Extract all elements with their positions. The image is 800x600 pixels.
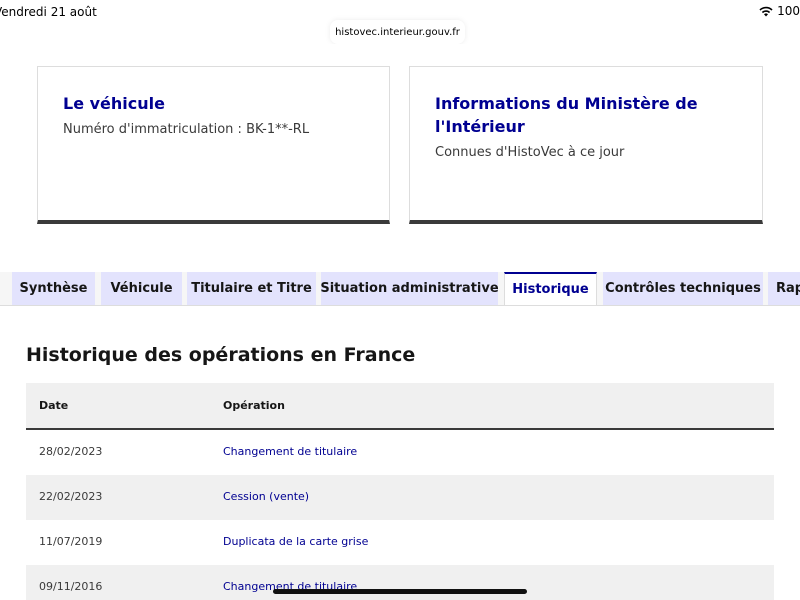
vehicle-card: Le véhicule Numéro d'immatriculation : B… — [37, 66, 390, 224]
url-text: histovec.interieur.gouv.fr — [335, 26, 460, 38]
home-indicator[interactable] — [273, 589, 527, 594]
status-bar: Vendredi 21 août 100 histovec.interieur.… — [0, 0, 800, 44]
ministry-card: Informations du Ministère de l'Intérieur… — [409, 66, 763, 224]
page: Vendredi 21 août 100 histovec.interieur.… — [0, 0, 800, 600]
history-panel: Historique des opérations en France Date… — [0, 305, 800, 600]
status-date: Vendredi 21 août — [0, 5, 97, 19]
tab-historique[interactable]: Historique — [504, 272, 597, 305]
table-row: 22/02/2023 Cession (vente) — [26, 475, 774, 520]
tab-situation-administrative[interactable]: Situation administrative — [321, 272, 498, 305]
vehicle-card-title: Le véhicule — [63, 94, 165, 113]
address-bar[interactable]: histovec.interieur.gouv.fr — [330, 20, 465, 44]
table-row: 28/02/2023 Changement de titulaire — [26, 430, 774, 475]
table-row: 09/11/2016 Changement de titulaire — [26, 565, 774, 600]
ministry-card-title: Informations du Ministère de l'Intérieur — [435, 94, 698, 136]
row-operation: Duplicata de la carte grise — [223, 535, 369, 548]
table-row: 11/07/2019 Duplicata de la carte grise — [26, 520, 774, 565]
tab-synthese[interactable]: Synthèse — [12, 272, 95, 305]
row-date: 11/07/2019 — [39, 535, 103, 548]
status-right: 100 — [759, 4, 800, 18]
row-date: 09/11/2016 — [39, 580, 103, 593]
tab-bar: Synthèse Véhicule Titulaire et Titre Sit… — [0, 272, 800, 305]
battery-level: 100 — [777, 4, 800, 18]
table-header: Date Opération — [26, 383, 774, 430]
wifi-icon — [759, 6, 773, 17]
tab-controles-techniques[interactable]: Contrôles techniques — [603, 272, 763, 305]
row-operation: Cession (vente) — [223, 490, 310, 503]
column-header-operation: Opération — [223, 399, 285, 412]
row-date: 28/02/2023 — [39, 445, 103, 458]
ministry-card-subtitle: Connues d'HistoVec à ce jour — [435, 145, 625, 160]
tab-vehicule[interactable]: Véhicule — [101, 272, 182, 305]
column-header-date: Date — [39, 399, 69, 412]
history-title: Historique des opérations en France — [26, 344, 416, 366]
vehicle-plate: Numéro d'immatriculation : BK-1**-RL — [63, 122, 310, 137]
row-date: 22/02/2023 — [39, 490, 103, 503]
tab-titulaire-titre[interactable]: Titulaire et Titre — [187, 272, 316, 305]
tab-rapport[interactable]: Rap — [768, 272, 800, 305]
history-table: Date Opération 28/02/2023 Changement de … — [26, 383, 774, 600]
row-operation: Changement de titulaire — [223, 445, 358, 458]
